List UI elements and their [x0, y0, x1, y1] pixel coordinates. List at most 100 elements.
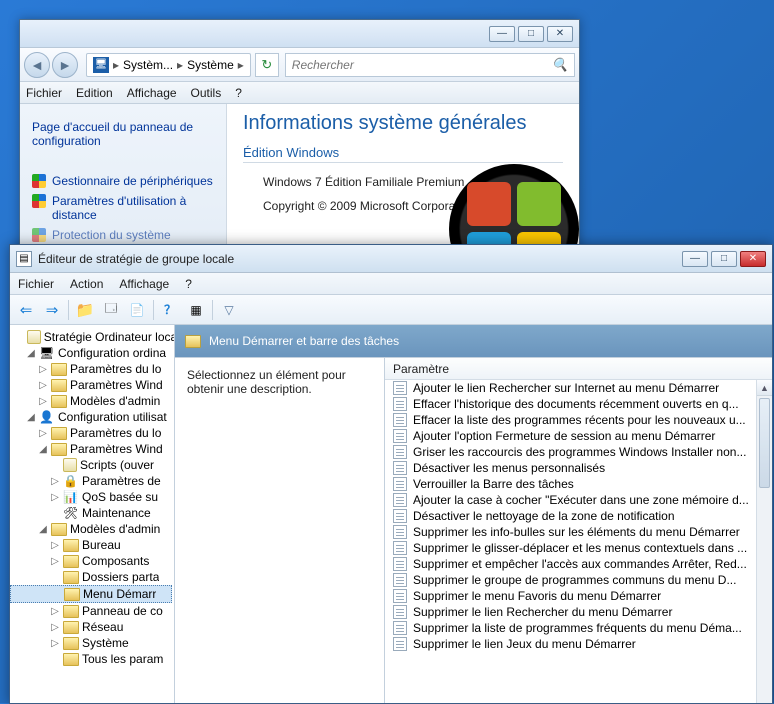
list-item[interactable]: Supprimer les info-bulles sur les élémen…: [385, 524, 772, 540]
menu-help[interactable]: ?: [185, 277, 192, 291]
shield-icon: [32, 174, 46, 188]
breadcrumb-item[interactable]: Systèm...: [123, 58, 173, 72]
list-item[interactable]: Ajouter l'option Fermeture de session au…: [385, 428, 772, 444]
tree-item[interactable]: ▷Paramètres du lo: [10, 361, 174, 377]
toolbar-up-button[interactable]: 📁: [73, 298, 97, 322]
link-device-manager[interactable]: Gestionnaire de périphériques: [32, 174, 214, 188]
gear-icon: 🛠: [63, 506, 79, 520]
close-button[interactable]: ✕: [547, 26, 573, 42]
computer-icon: 🖥: [39, 346, 55, 360]
right-pane-header: Menu Démarrer et barre des tâches: [175, 325, 772, 357]
refresh-button[interactable]: ↻: [255, 53, 279, 77]
list-item[interactable]: Désactiver les menus personnalisés: [385, 460, 772, 476]
panel-icon: 🗔: [104, 299, 117, 320]
search-icon: 🔍: [552, 57, 568, 73]
nav-forward-button[interactable]: ►: [52, 52, 78, 78]
maximize-button[interactable]: □: [518, 26, 544, 42]
system-titlebar: — □ ✕: [20, 20, 579, 48]
menu-tools[interactable]: Outils: [191, 86, 222, 100]
funnel-icon: ▽: [224, 303, 233, 317]
search-input[interactable]: [292, 58, 552, 72]
tree-user-config[interactable]: ◢👤Configuration utilisat: [10, 409, 174, 425]
setting-icon: [393, 413, 407, 427]
list-item[interactable]: Désactiver le nettoyage de la zone de no…: [385, 508, 772, 524]
computer-icon: 🖥: [93, 57, 109, 73]
list-item-label: Effacer la liste des programmes récents …: [413, 413, 746, 427]
tree-item[interactable]: ▷Modèles d'admin: [10, 393, 174, 409]
toolbar-settings-button[interactable]: ▦: [184, 298, 208, 322]
list-item[interactable]: Supprimer et empêcher l'accès aux comman…: [385, 556, 772, 572]
list-item[interactable]: Verrouiller la Barre des tâches: [385, 476, 772, 492]
gpedit-titlebar: ▤ Éditeur de stratégie de groupe locale …: [10, 245, 772, 273]
link-remote-settings[interactable]: Paramètres d'utilisation à distance: [32, 194, 214, 222]
list-item[interactable]: Effacer la liste des programmes récents …: [385, 412, 772, 428]
toolbar-show-hide-button[interactable]: 🗔: [99, 298, 123, 322]
list-item[interactable]: Supprimer la liste de programmes fréquen…: [385, 620, 772, 636]
tree-item[interactable]: ▷Paramètres Wind: [10, 377, 174, 393]
tree-item[interactable]: ▷Système: [10, 635, 174, 651]
toolbar-export-button[interactable]: 📄: [125, 298, 149, 322]
tree-item[interactable]: 🛠Maintenance: [10, 505, 174, 521]
tree-item[interactable]: ▷Paramètres du lo: [10, 425, 174, 441]
tree-item[interactable]: ▷Composants: [10, 553, 174, 569]
tree-root[interactable]: Stratégie Ordinateur loca: [10, 329, 174, 345]
menu-file[interactable]: Fichier: [26, 86, 62, 100]
tree-item-selected[interactable]: Menu Démarr: [10, 585, 172, 603]
setting-icon: [393, 509, 407, 523]
tree-item[interactable]: ▷Bureau: [10, 537, 174, 553]
tree-item[interactable]: ▷Réseau: [10, 619, 174, 635]
tree-item[interactable]: Scripts (ouver: [10, 457, 174, 473]
column-header[interactable]: Paramètre: [385, 358, 772, 380]
menu-help[interactable]: ?: [235, 86, 242, 100]
tree-item[interactable]: ▷📊QoS basée su: [10, 489, 174, 505]
list-item-label: Désactiver le nettoyage de la zone de no…: [413, 509, 675, 523]
list-item[interactable]: Supprimer le lien Rechercher du menu Dém…: [385, 604, 772, 620]
list-item[interactable]: Effacer l'historique des documents récem…: [385, 396, 772, 412]
scrollbar[interactable]: ▲: [756, 380, 772, 703]
setting-icon: [393, 605, 407, 619]
scroll-thumb[interactable]: [759, 398, 770, 488]
tree-item[interactable]: ▷Panneau de co: [10, 603, 174, 619]
menu-file[interactable]: Fichier: [18, 277, 54, 291]
shield-icon: [32, 194, 46, 208]
breadcrumb-item[interactable]: Système: [187, 58, 234, 72]
tree-item[interactable]: Tous les param: [10, 651, 174, 667]
menu-edit[interactable]: Edition: [76, 86, 113, 100]
list-item[interactable]: Ajouter le lien Rechercher sur Internet …: [385, 380, 772, 396]
menu-view[interactable]: Affichage: [119, 277, 169, 291]
nav-back-button[interactable]: ◄: [24, 52, 50, 78]
tree-item[interactable]: ▷🔒Paramètres de: [10, 473, 174, 489]
policy-icon: [27, 330, 41, 344]
menu-action[interactable]: Action: [70, 277, 103, 291]
list-item[interactable]: Supprimer le glisser-déplacer et les men…: [385, 540, 772, 556]
scroll-up-button[interactable]: ▲: [757, 380, 772, 396]
folder-icon: [51, 443, 67, 456]
toolbar-forward-button[interactable]: ⇒: [40, 298, 64, 322]
link-system-protection[interactable]: Protection du système: [32, 228, 214, 242]
tree-item[interactable]: ◢Paramètres Wind: [10, 441, 174, 457]
toolbar-back-button[interactable]: ⇐: [14, 298, 38, 322]
search-box[interactable]: 🔍: [285, 53, 575, 77]
list-item[interactable]: Griser les raccourcis des programmes Win…: [385, 444, 772, 460]
list-item-label: Ajouter l'option Fermeture de session au…: [413, 429, 715, 443]
folder-icon: [51, 363, 67, 376]
maximize-button[interactable]: □: [711, 251, 737, 267]
page-title: Informations système générales: [243, 112, 563, 135]
list-item[interactable]: Supprimer le menu Favoris du menu Démarr…: [385, 588, 772, 604]
menu-view[interactable]: Affichage: [127, 86, 177, 100]
minimize-button[interactable]: —: [682, 251, 708, 267]
tree-item[interactable]: Dossiers parta: [10, 569, 174, 585]
toolbar-filter-button[interactable]: ▽: [217, 298, 241, 322]
toolbar-help-button[interactable]: ？: [158, 298, 182, 322]
policy-tree[interactable]: Stratégie Ordinateur loca ◢🖥Configuratio…: [10, 325, 175, 703]
list-item[interactable]: Ajouter la case à cocher "Exécuter dans …: [385, 492, 772, 508]
close-button[interactable]: ✕: [740, 251, 766, 267]
link-control-panel-home[interactable]: Page d'accueil du panneau de configurati…: [32, 120, 214, 148]
tree-item[interactable]: ◢Modèles d'admin: [10, 521, 174, 537]
minimize-button[interactable]: —: [489, 26, 515, 42]
tree-computer-config[interactable]: ◢🖥Configuration ordina: [10, 345, 174, 361]
list-item[interactable]: Supprimer le groupe de programmes commun…: [385, 572, 772, 588]
breadcrumb[interactable]: 🖥 ▸ Systèm... ▸ Système ▸: [86, 53, 251, 77]
list-item[interactable]: Supprimer le lien Jeux du menu Démarrer: [385, 636, 772, 652]
help-icon: ？: [164, 301, 176, 318]
